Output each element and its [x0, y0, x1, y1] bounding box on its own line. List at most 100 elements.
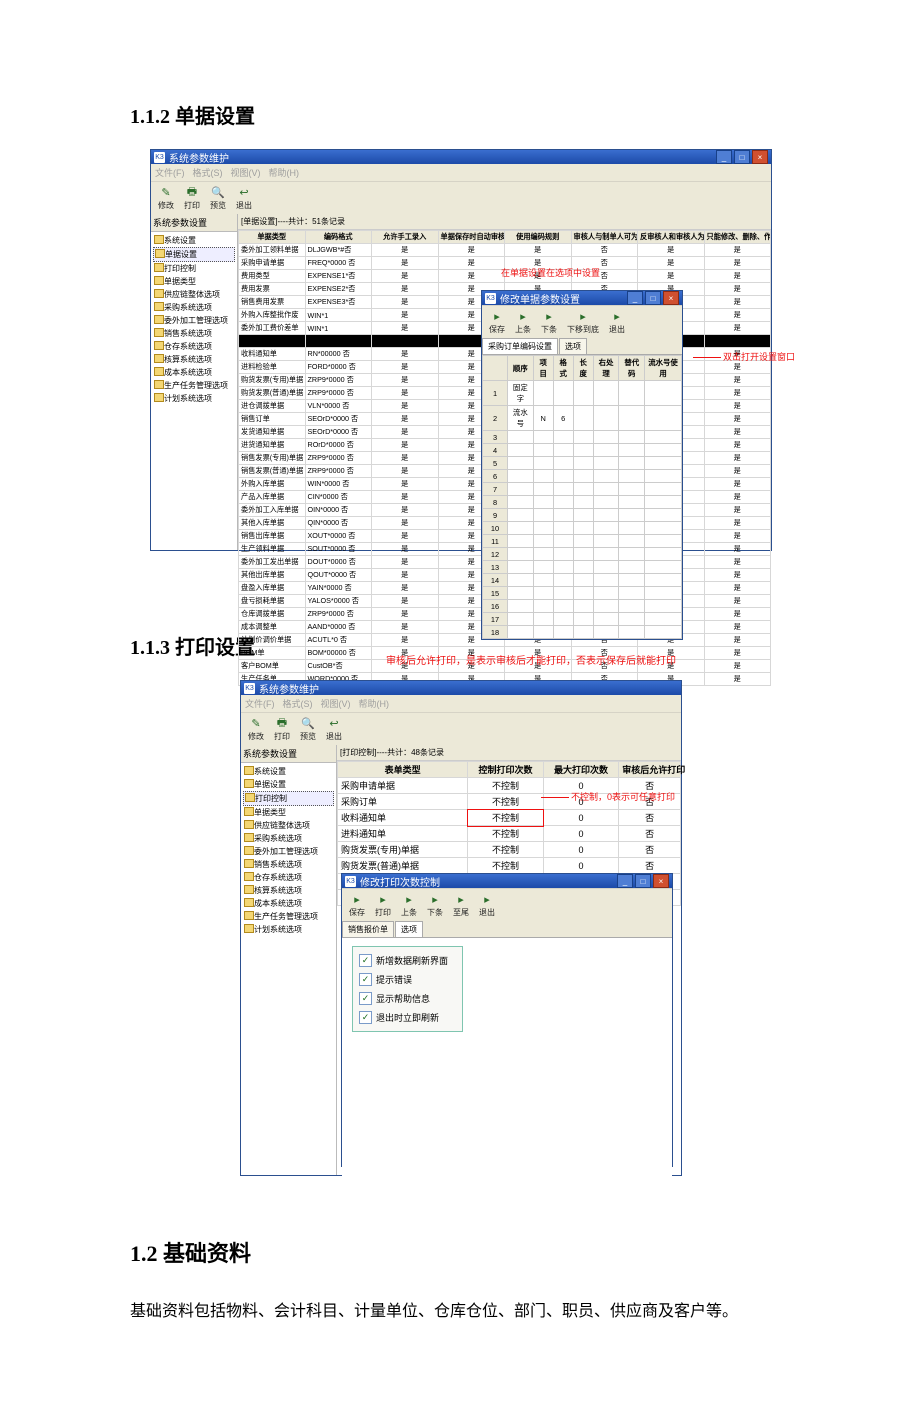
dialog-min-button[interactable]: _	[617, 874, 633, 888]
menu-item[interactable]: 格式(S)	[193, 166, 223, 179]
dialog-row[interactable]: 10	[483, 522, 682, 535]
menu-item[interactable]: 视图(V)	[231, 166, 261, 179]
tree-item[interactable]: 核算系统选项	[243, 884, 334, 897]
checkbox-icon[interactable]: ✓	[359, 954, 372, 967]
btn-preview[interactable]: 🔍预览	[297, 715, 319, 743]
tree-item[interactable]: 打印控制	[153, 262, 235, 275]
dialog-row[interactable]: 6	[483, 470, 682, 483]
tree-item[interactable]: 单据类型	[243, 806, 334, 819]
dialog-row[interactable]: 17	[483, 613, 682, 626]
tree-item[interactable]: 生产任务管理选项	[243, 910, 334, 923]
tree-item[interactable]: 仓存系统选项	[153, 340, 235, 353]
checkbox-icon[interactable]: ✓	[359, 992, 372, 1005]
dialog-max-button[interactable]: □	[645, 291, 661, 305]
dialog-row[interactable]: 18	[483, 626, 682, 639]
dialog-grid[interactable]: 顺序项目格式长度右处理替代码流水号使用 1固定字2流水号N63456789101…	[482, 355, 682, 639]
menu-item[interactable]: 文件(F)	[155, 166, 185, 179]
btn-print[interactable]: 🖶打印	[181, 184, 203, 212]
tree-item[interactable]: 仓存系统选项	[243, 871, 334, 884]
tree-item[interactable]: 委外加工管理选项	[153, 314, 235, 327]
dialog-row[interactable]: 1固定字	[483, 381, 682, 406]
table-row[interactable]: 进料通知单不控制0否	[338, 826, 681, 842]
dialog-row[interactable]: 7	[483, 483, 682, 496]
dialog-max-button[interactable]: □	[635, 874, 651, 888]
dialog-tool-退出[interactable]: ▸退出	[476, 891, 498, 919]
dialog-tab[interactable]: 销售报价单	[342, 921, 394, 937]
table-row[interactable]: 购货发票(普通)单据不控制0否	[338, 858, 681, 874]
nav-tree[interactable]: 系统参数设置 系统设置单据设置打印控制单据类型供应链整体选项采购系统选项委外加工…	[151, 214, 238, 550]
checkbox-icon[interactable]: ✓	[359, 973, 372, 986]
dialog-row[interactable]: 16	[483, 600, 682, 613]
checkbox-icon[interactable]: ✓	[359, 1011, 372, 1024]
nav-tree[interactable]: 系统参数设置 系统设置单据设置打印控制单据类型供应链整体选项采购系统选项委外加工…	[241, 745, 337, 1175]
tree-item[interactable]: 成本系统选项	[243, 897, 334, 910]
tree-item[interactable]: 采购系统选项	[243, 832, 334, 845]
dialog-tab[interactable]: 采购订单编码设置	[482, 338, 558, 354]
dialog-row[interactable]: 4	[483, 444, 682, 457]
dialog-row[interactable]: 11	[483, 535, 682, 548]
dialog-tab[interactable]: 选项	[559, 338, 587, 354]
tree-item[interactable]: 单据设置	[153, 247, 235, 262]
tree-item[interactable]: 计划系统选项	[153, 392, 235, 405]
table-row[interactable]: 委外加工领料单据DLJGWB*#否是是是否是是	[239, 244, 771, 257]
btn-print[interactable]: 🖶打印	[271, 715, 293, 743]
dialog-tabbar[interactable]: 采购订单编码设置选项	[482, 338, 682, 355]
dialog-tool-上条[interactable]: ▸上条	[512, 308, 534, 336]
menu-item[interactable]: 文件(F)	[245, 697, 275, 710]
tree-item[interactable]: 成本系统选项	[153, 366, 235, 379]
dialog-tool-退出[interactable]: ▸退出	[606, 308, 628, 336]
menu-item[interactable]: 帮助(H)	[359, 697, 390, 710]
tree-item[interactable]: 生产任务管理选项	[153, 379, 235, 392]
dialog-row[interactable]: 14	[483, 574, 682, 587]
btn-preview[interactable]: 🔍预览	[207, 184, 229, 212]
btn-exit[interactable]: ↩退出	[233, 184, 255, 212]
tree-item[interactable]: 打印控制	[243, 791, 334, 806]
dialog-tool-至尾[interactable]: ▸至尾	[450, 891, 472, 919]
tree-item[interactable]: 采购系统选项	[153, 301, 235, 314]
dialog-tool-上条[interactable]: ▸上条	[398, 891, 420, 919]
dialog-close-button[interactable]: ×	[663, 291, 679, 305]
tree-item[interactable]: 系统设置	[243, 765, 334, 778]
checkbox-row[interactable]: ✓新增数据刷新界面	[357, 951, 450, 970]
btn-edit[interactable]: ✎修改	[245, 715, 267, 743]
dialog-tabbar[interactable]: 销售报价单选项	[342, 921, 672, 938]
close-button[interactable]: ×	[752, 150, 768, 164]
table-row[interactable]: 购货发票(专用)单据不控制0否	[338, 842, 681, 858]
dialog-close-button[interactable]: ×	[653, 874, 669, 888]
checkbox-row[interactable]: ✓退出时立即刷新	[357, 1008, 450, 1027]
checkbox-row[interactable]: ✓显示帮助信息	[357, 989, 450, 1008]
dialog-row[interactable]: 2流水号N6	[483, 406, 682, 431]
menu-item[interactable]: 格式(S)	[283, 697, 313, 710]
btn-edit[interactable]: ✎修改	[155, 184, 177, 212]
dialog-row[interactable]: 13	[483, 561, 682, 574]
dialog-min-button[interactable]: _	[627, 291, 643, 305]
table-row[interactable]: 收料通知单不控制0否	[338, 810, 681, 826]
checkbox-row[interactable]: ✓提示错误	[357, 970, 450, 989]
tree-item[interactable]: 供应链整体选项	[243, 819, 334, 832]
tree-item[interactable]: 销售系统选项	[153, 327, 235, 340]
dialog-row[interactable]: 12	[483, 548, 682, 561]
btn-exit[interactable]: ↩退出	[323, 715, 345, 743]
dialog-tab[interactable]: 选项	[395, 921, 423, 937]
dialog-tool-下条[interactable]: ▸下条	[538, 308, 560, 336]
tree-item[interactable]: 系统设置	[153, 234, 235, 247]
dialog-row[interactable]: 15	[483, 587, 682, 600]
dialog-tool-下移到底[interactable]: ▸下移到底	[564, 308, 602, 336]
tree-item[interactable]: 销售系统选项	[243, 858, 334, 871]
tree-item[interactable]: 核算系统选项	[153, 353, 235, 366]
menu-item[interactable]: 视图(V)	[321, 697, 351, 710]
tree-item[interactable]: 单据设置	[243, 778, 334, 791]
tree-item[interactable]: 委外加工管理选项	[243, 845, 334, 858]
tree-item[interactable]: 供应链整体选项	[153, 288, 235, 301]
dialog-tool-打印[interactable]: ▸打印	[372, 891, 394, 919]
dialog-row[interactable]: 3	[483, 431, 682, 444]
dialog-tool-下条[interactable]: ▸下条	[424, 891, 446, 919]
dialog-tool-保存[interactable]: ▸保存	[486, 308, 508, 336]
dialog-tool-保存[interactable]: ▸保存	[346, 891, 368, 919]
minimize-button[interactable]: _	[716, 150, 732, 164]
tree-item[interactable]: 单据类型	[153, 275, 235, 288]
maximize-button[interactable]: □	[734, 150, 750, 164]
dialog-row[interactable]: 9	[483, 509, 682, 522]
dialog-row[interactable]: 8	[483, 496, 682, 509]
dialog-row[interactable]: 5	[483, 457, 682, 470]
